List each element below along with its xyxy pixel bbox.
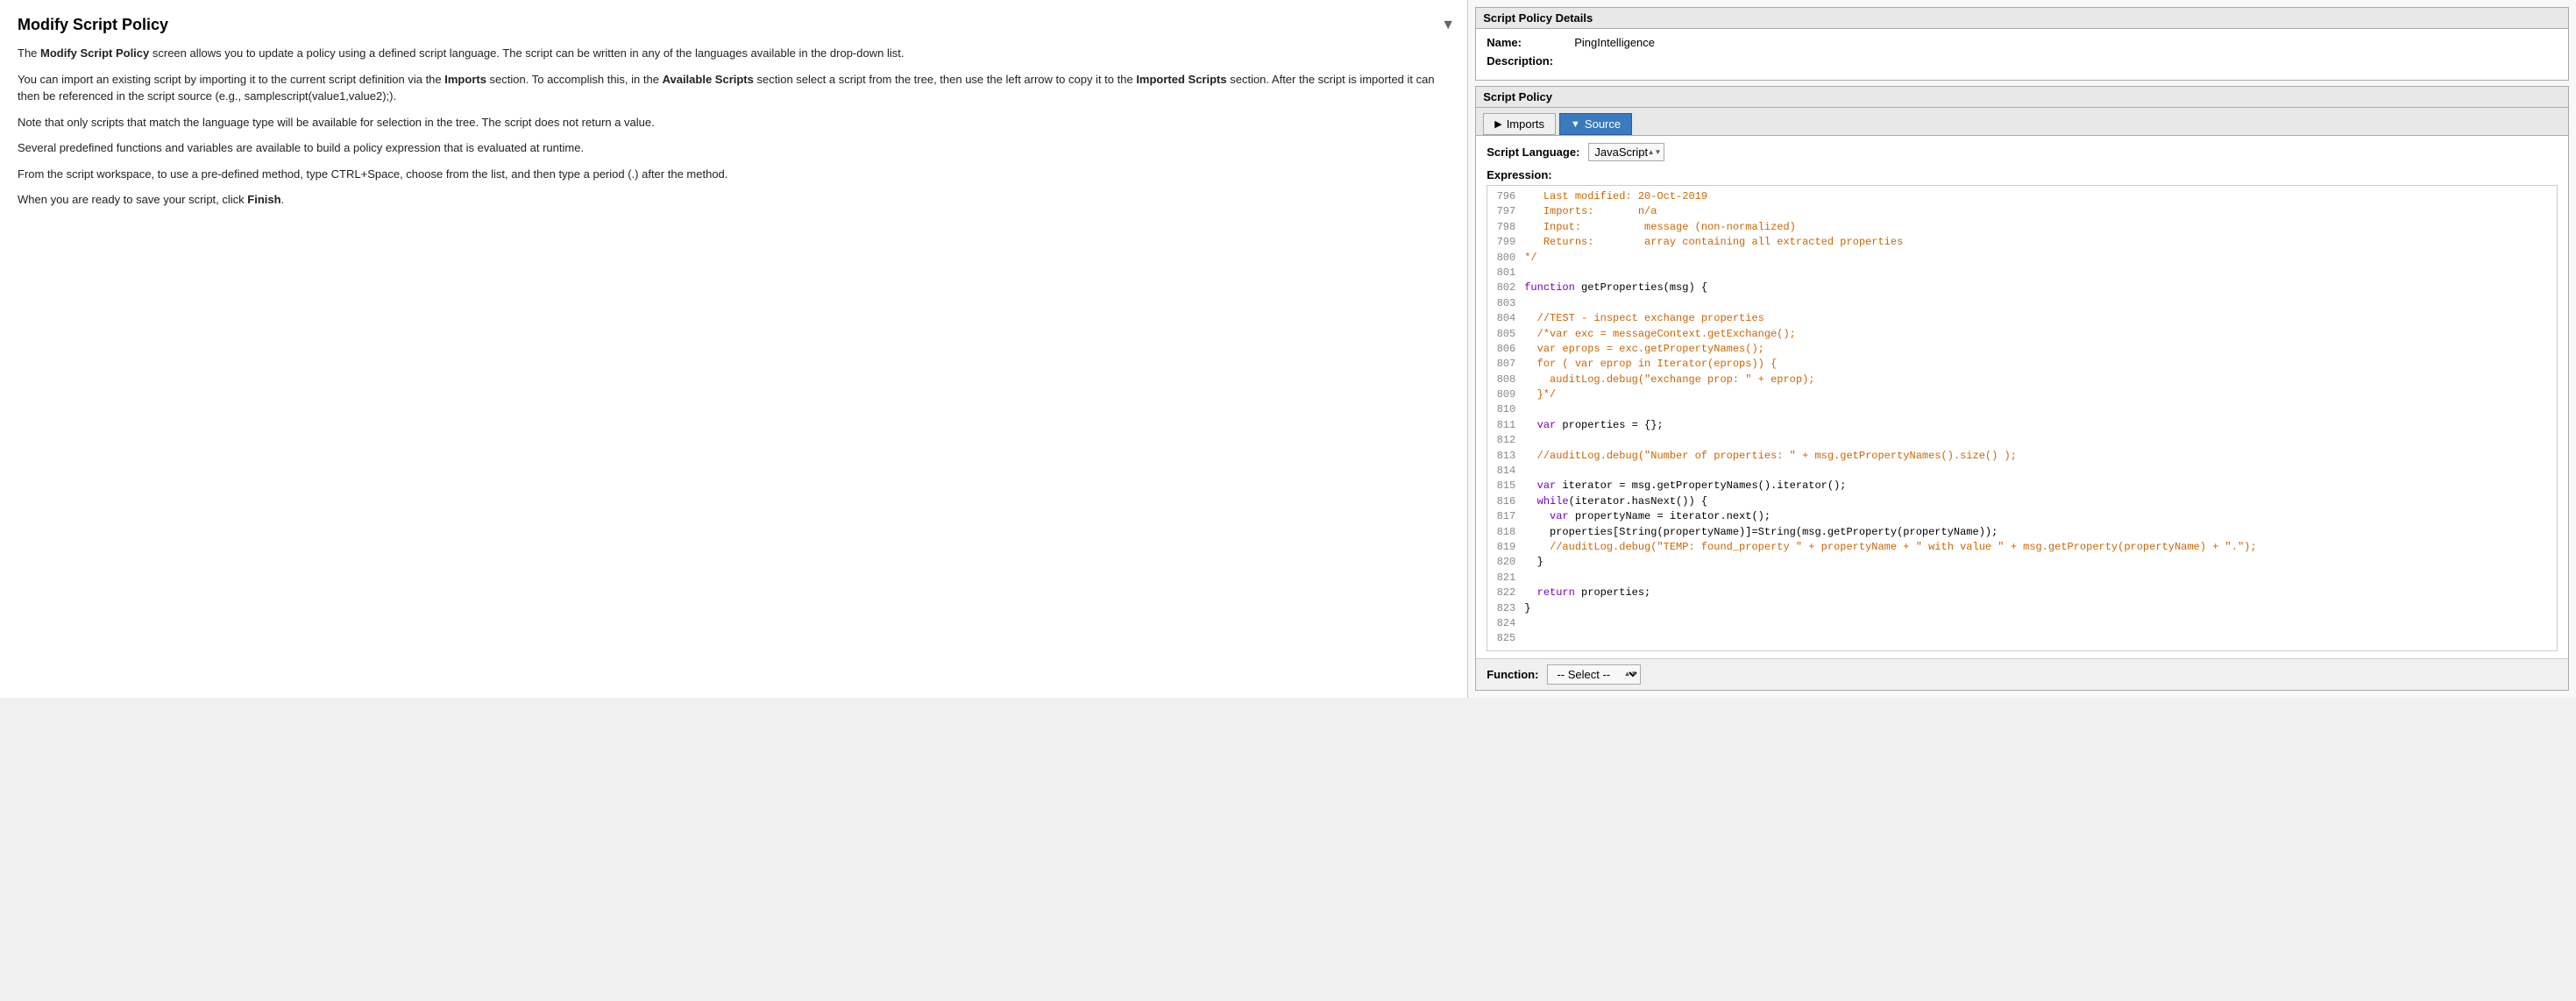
- script-language-select-wrapper: JavaScript Groovy BeanShell: [1588, 143, 1664, 161]
- code-line-810: 810: [1491, 402, 2553, 417]
- code-line-806: 806 var eprops = exc.getPropertyNames();: [1491, 342, 2553, 357]
- description-para-6: When you are ready to save your script, …: [18, 191, 1450, 209]
- code-line-818: 818 properties[String(propertyName)]=Str…: [1491, 525, 2553, 540]
- code-line-815: 815 var iterator = msg.getPropertyNames(…: [1491, 479, 2553, 493]
- function-row: Function: -- Select --: [1476, 658, 2568, 690]
- code-line-802: 802 function getProperties(msg) {: [1491, 280, 2553, 295]
- details-body: Name: PingIntelligence Description:: [1476, 29, 2568, 80]
- script-language-select[interactable]: JavaScript Groovy BeanShell: [1588, 143, 1664, 161]
- details-section-header: Script Policy Details: [1476, 8, 2568, 29]
- script-policy-details-section: Script Policy Details Name: PingIntellig…: [1475, 7, 2569, 81]
- code-line-807: 807 for ( var eprop in Iterator(eprops))…: [1491, 357, 2553, 372]
- tabs-container: ▶ Imports ▼ Source: [1476, 108, 2568, 136]
- left-panel: Modify Script Policy ▼ The Modify Script…: [0, 0, 1468, 698]
- script-language-row: Script Language: JavaScript Groovy BeanS…: [1487, 143, 2558, 161]
- code-line-796: 796 Last modified: 20-Oct-2019: [1491, 189, 2553, 204]
- tab-imports-arrow-icon: ▶: [1494, 118, 1501, 130]
- code-line-809: 809 }*/: [1491, 387, 2553, 402]
- name-value: PingIntelligence: [1574, 36, 1655, 49]
- function-select-wrapper: -- Select --: [1547, 664, 1641, 685]
- code-line-800: 800 */: [1491, 251, 2553, 266]
- code-line-821: 821: [1491, 571, 2553, 586]
- tab-source-arrow-icon: ▼: [1571, 119, 1580, 130]
- script-language-label: Script Language:: [1487, 146, 1579, 159]
- description-label: Description:: [1487, 54, 1574, 67]
- tab-source-label: Source: [1585, 117, 1621, 131]
- code-line-811: 811 var properties = {};: [1491, 418, 2553, 433]
- code-line-801: 801: [1491, 266, 2553, 280]
- description-para-3: Note that only scripts that match the la…: [18, 114, 1450, 131]
- description-para-5: From the script workspace, to use a pre-…: [18, 166, 1450, 183]
- description-para-1: The Modify Script Policy screen allows y…: [18, 45, 1450, 62]
- code-line-820: 820 }: [1491, 555, 2553, 570]
- description-para-4: Several predefined functions and variabl…: [18, 139, 1450, 157]
- script-policy-section: Script Policy ▶ Imports ▼ Source Script …: [1475, 86, 2569, 691]
- code-line-824: 824: [1491, 616, 2553, 631]
- code-line-808: 808 auditLog.debug("exchange prop: " + e…: [1491, 373, 2553, 387]
- code-editor[interactable]: 796 Last modified: 20-Oct-2019 797 Impor…: [1487, 185, 2558, 651]
- page-title: Modify Script Policy: [18, 16, 1450, 34]
- code-line-812: 812: [1491, 433, 2553, 448]
- code-line-814: 814: [1491, 464, 2553, 479]
- code-line-817: 817 var propertyName = iterator.next();: [1491, 509, 2553, 524]
- right-panel: Script Policy Details Name: PingIntellig…: [1468, 0, 2576, 698]
- tab-imports[interactable]: ▶ Imports: [1483, 113, 1556, 135]
- code-line-816: 816 while(iterator.hasNext()) {: [1491, 494, 2553, 509]
- code-line-804: 804 //TEST - inspect exchange properties: [1491, 311, 2553, 326]
- name-label: Name:: [1487, 36, 1574, 49]
- policy-section-header: Script Policy: [1476, 87, 2568, 108]
- code-line-798: 798 Input: message (non-normalized): [1491, 220, 2553, 235]
- code-line-823: 823 }: [1491, 601, 2553, 616]
- function-label: Function:: [1487, 668, 1538, 681]
- code-line-797: 797 Imports: n/a: [1491, 204, 2553, 219]
- code-line-803: 803: [1491, 296, 2553, 311]
- code-line-825: 825: [1491, 631, 2553, 646]
- code-line-799: 799 Returns: array containing all extrac…: [1491, 235, 2553, 250]
- description-para-2: You can import an existing script by imp…: [18, 71, 1450, 105]
- source-content: Script Language: JavaScript Groovy BeanS…: [1476, 136, 2568, 658]
- code-line-805: 805 /*var exc = messageContext.getExchan…: [1491, 327, 2553, 342]
- tab-imports-label: Imports: [1507, 117, 1544, 131]
- code-line-822: 822 return properties;: [1491, 586, 2553, 600]
- code-line-813: 813 //auditLog.debug("Number of properti…: [1491, 449, 2553, 464]
- name-row: Name: PingIntelligence: [1487, 36, 2558, 49]
- tab-source[interactable]: ▼ Source: [1559, 113, 1632, 135]
- function-select[interactable]: -- Select --: [1547, 664, 1641, 685]
- collapse-arrow-icon[interactable]: ▼: [1441, 18, 1458, 35]
- expression-label: Expression:: [1487, 168, 2558, 181]
- code-line-819: 819 //auditLog.debug("TEMP: found_proper…: [1491, 540, 2553, 555]
- description-row: Description:: [1487, 54, 2558, 67]
